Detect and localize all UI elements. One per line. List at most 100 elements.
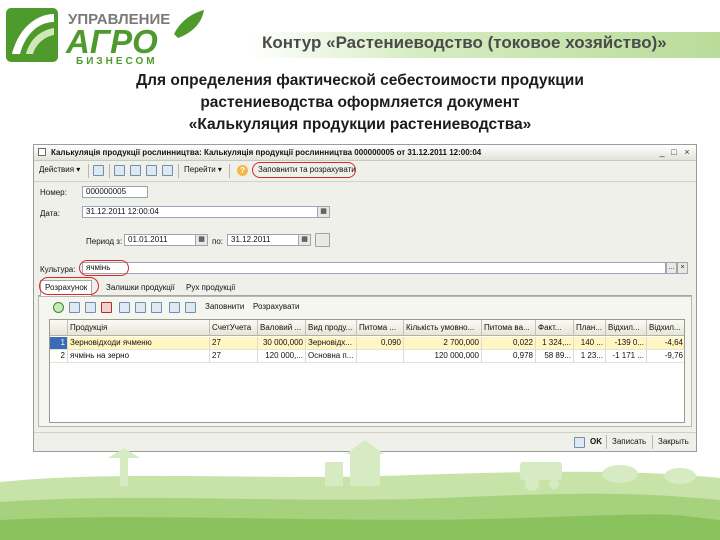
culture-label: Культура: — [40, 265, 76, 274]
table-cell[interactable]: 27 — [210, 350, 258, 363]
col-header-quantity[interactable]: Кількість умовно... — [404, 320, 482, 336]
table-cell[interactable]: Зерновідх... — [306, 337, 357, 350]
move-down-icon[interactable] — [151, 302, 162, 313]
table-cell[interactable]: -139 0... — [606, 337, 647, 350]
toolbar-separator — [88, 164, 89, 178]
number-label: Номер: — [40, 188, 67, 197]
col-header-specific-weight[interactable]: Питома ва... — [482, 320, 536, 336]
copy-row-icon[interactable] — [69, 302, 80, 313]
add-row-icon[interactable] — [53, 302, 64, 313]
col-header-specific[interactable]: Питома ... — [357, 320, 404, 336]
tab-product-movement[interactable]: Рух продукції — [182, 281, 239, 294]
minimize-button[interactable]: _ — [656, 147, 668, 157]
col-header-account[interactable]: СчетУчета — [210, 320, 258, 336]
caption-line-3: «Калькуляция продукции растениеводства» — [188, 116, 532, 133]
col-header-product-type[interactable]: Вид проду... — [306, 320, 357, 336]
document-icon — [38, 148, 46, 156]
culture-clear-button[interactable]: × — [677, 262, 688, 274]
table-cell[interactable]: 30 000,000 — [258, 337, 306, 350]
table-cell[interactable]: 0,090 — [357, 337, 404, 350]
table-cell[interactable]: 120 000,000 — [404, 350, 482, 363]
calculate-button[interactable]: Розрахувати — [253, 302, 299, 311]
caption-line-2: растениеводства оформляется документ — [200, 94, 520, 111]
window-title: Калькуляція продукції рослинництва: Каль… — [51, 148, 482, 157]
close-window-button[interactable]: × — [681, 147, 693, 157]
period-to-field[interactable]: 31.12.2011 — [227, 234, 299, 246]
farm-landscape-decoration — [0, 440, 720, 540]
table-cell[interactable]: 1 324,... — [536, 337, 574, 350]
table-cell[interactable]: -1 171 ... — [606, 350, 647, 363]
annotation-circle — [79, 260, 129, 276]
date-field[interactable]: 31.12.2011 12:00:04 — [82, 206, 318, 218]
table-cell[interactable]: 2 700,000 — [404, 337, 482, 350]
table-cell[interactable]: 0,022 — [482, 337, 536, 350]
move-up-icon[interactable] — [135, 302, 146, 313]
table-cell[interactable]: -4,64 — [647, 337, 684, 350]
goto-menu[interactable]: Перейти ▾ — [184, 165, 222, 174]
slide-title: Контур «Растениеводство (токовое хозяйст… — [262, 33, 667, 52]
post-icon[interactable] — [130, 165, 141, 176]
table-cell[interactable]: -9,76 — [647, 350, 684, 363]
table-cell[interactable] — [357, 350, 404, 363]
calendar-icon[interactable]: ▦ — [317, 206, 330, 218]
add-icon[interactable] — [93, 165, 104, 176]
number-field[interactable]: 000000005 — [82, 186, 148, 198]
window-titlebar: Калькуляція продукції рослинництва: Каль… — [34, 145, 696, 161]
table-cell[interactable]: 1 23... — [574, 350, 606, 363]
report-icon[interactable] — [162, 165, 173, 176]
period-select-button[interactable] — [315, 233, 330, 247]
table-cell[interactable]: 1 — [50, 337, 68, 350]
document-window: Калькуляція продукції рослинництва: Каль… — [33, 144, 697, 452]
col-header-product[interactable]: Продукція — [68, 320, 210, 336]
table-cell[interactable]: ячмінь на зерно — [68, 350, 210, 363]
maximize-button[interactable]: □ — [668, 147, 680, 157]
calendar-icon[interactable]: ▦ — [195, 234, 208, 246]
col-header-fact[interactable]: Факт... — [536, 320, 574, 336]
logo-text-2: АГРО — [65, 23, 158, 60]
table-cell[interactable]: 58 89... — [536, 350, 574, 363]
agro-logo: УПРАВЛЕНИЕ АГРО БИЗНЕСОМ — [6, 8, 204, 66]
culture-field[interactable]: ячмінь — [82, 262, 666, 274]
table-cell[interactable]: 120 000,... — [258, 350, 306, 363]
annotation-circle — [252, 162, 356, 178]
col-header-deviation-pct[interactable]: Відхил... — [647, 320, 684, 336]
col-header-plan[interactable]: План... — [574, 320, 606, 336]
caption-line-1: Для определения фактической себестоимост… — [136, 72, 584, 89]
table-cell[interactable]: Основна п... — [306, 350, 357, 363]
actions-menu[interactable]: Действия ▾ — [39, 165, 80, 174]
toolbar-separator — [109, 164, 110, 178]
help-icon[interactable]: ? — [237, 165, 248, 176]
col-header-gross[interactable]: Валовий ... — [258, 320, 306, 336]
fill-button[interactable]: Заповнити — [205, 302, 244, 311]
calculation-panel: Заповнити Розрахувати Продукція СчетУчет… — [38, 296, 692, 427]
logo-text-3: БИЗНЕСОМ — [76, 56, 158, 66]
period-from-field[interactable]: 01.01.2011 — [124, 234, 196, 246]
table-cell[interactable]: 2 — [50, 350, 68, 363]
period-from-label: Период з: — [86, 237, 123, 246]
table-toolbar: Заповнити Розрахувати — [39, 297, 691, 317]
sort-ascending-icon[interactable] — [169, 302, 180, 313]
table-cell[interactable]: 0,978 — [482, 350, 536, 363]
table-cell[interactable]: Зерновідходи ячменю — [68, 337, 210, 350]
tab-bar: Розрахунок Залишки продукції Рух продукц… — [38, 279, 692, 296]
sort-descending-icon[interactable] — [185, 302, 196, 313]
annotation-circle — [39, 277, 99, 295]
toolbar-separator — [178, 164, 179, 178]
slide-caption: Для определения фактической себестоимост… — [80, 70, 640, 136]
tab-product-balances[interactable]: Залишки продукції — [102, 281, 179, 294]
main-toolbar: Действия ▾ Перейти ▾ ? Заповнити та розр… — [34, 161, 696, 182]
save-icon[interactable] — [114, 165, 125, 176]
table-cell[interactable]: 140 ... — [574, 337, 606, 350]
col-header-number[interactable] — [50, 320, 68, 336]
table-icon[interactable] — [119, 302, 130, 313]
table-cell[interactable]: 27 — [210, 337, 258, 350]
culture-select-button[interactable]: ... — [666, 262, 677, 274]
col-header-deviation[interactable]: Відхил... — [606, 320, 647, 336]
toolbar-separator — [229, 164, 230, 178]
print-icon[interactable] — [146, 165, 157, 176]
edit-row-icon[interactable] — [85, 302, 96, 313]
period-to-label: по: — [212, 237, 224, 246]
delete-row-icon[interactable] — [101, 302, 112, 313]
calendar-icon[interactable]: ▦ — [298, 234, 311, 246]
calculation-table: Продукція СчетУчета Валовий ... Вид прод… — [49, 319, 685, 423]
